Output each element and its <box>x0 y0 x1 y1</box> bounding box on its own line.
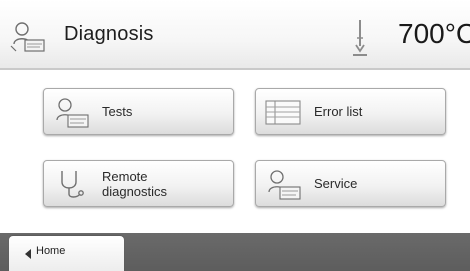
page-title: Diagnosis <box>64 23 154 45</box>
tests-button[interactable]: Tests <box>43 88 234 135</box>
tests-label: Tests <box>102 104 133 119</box>
service-label: Service <box>314 176 358 191</box>
doctor-computer-icon <box>56 98 89 128</box>
header-divider <box>0 68 470 70</box>
service-person-icon <box>268 170 301 200</box>
remote-diagnostics-label: Remote diagnostics <box>102 168 168 199</box>
back-arrow-icon <box>25 249 31 259</box>
temperature-readout: 700°C <box>398 18 470 49</box>
list-icon <box>265 100 301 125</box>
error-list-label: Error list <box>314 104 363 119</box>
stethoscope-icon <box>61 171 84 198</box>
diagnosis-screen: Diagnosis 700°C Tests Error list Remote … <box>0 0 470 271</box>
home-label: Home <box>36 245 66 257</box>
error-list-button[interactable]: Error list <box>255 88 446 135</box>
service-button[interactable]: Service <box>255 160 446 207</box>
doctor-computer-icon <box>10 22 45 52</box>
remote-diagnostics-button[interactable]: Remote diagnostics <box>43 160 234 207</box>
thermometer-icon <box>353 20 367 56</box>
